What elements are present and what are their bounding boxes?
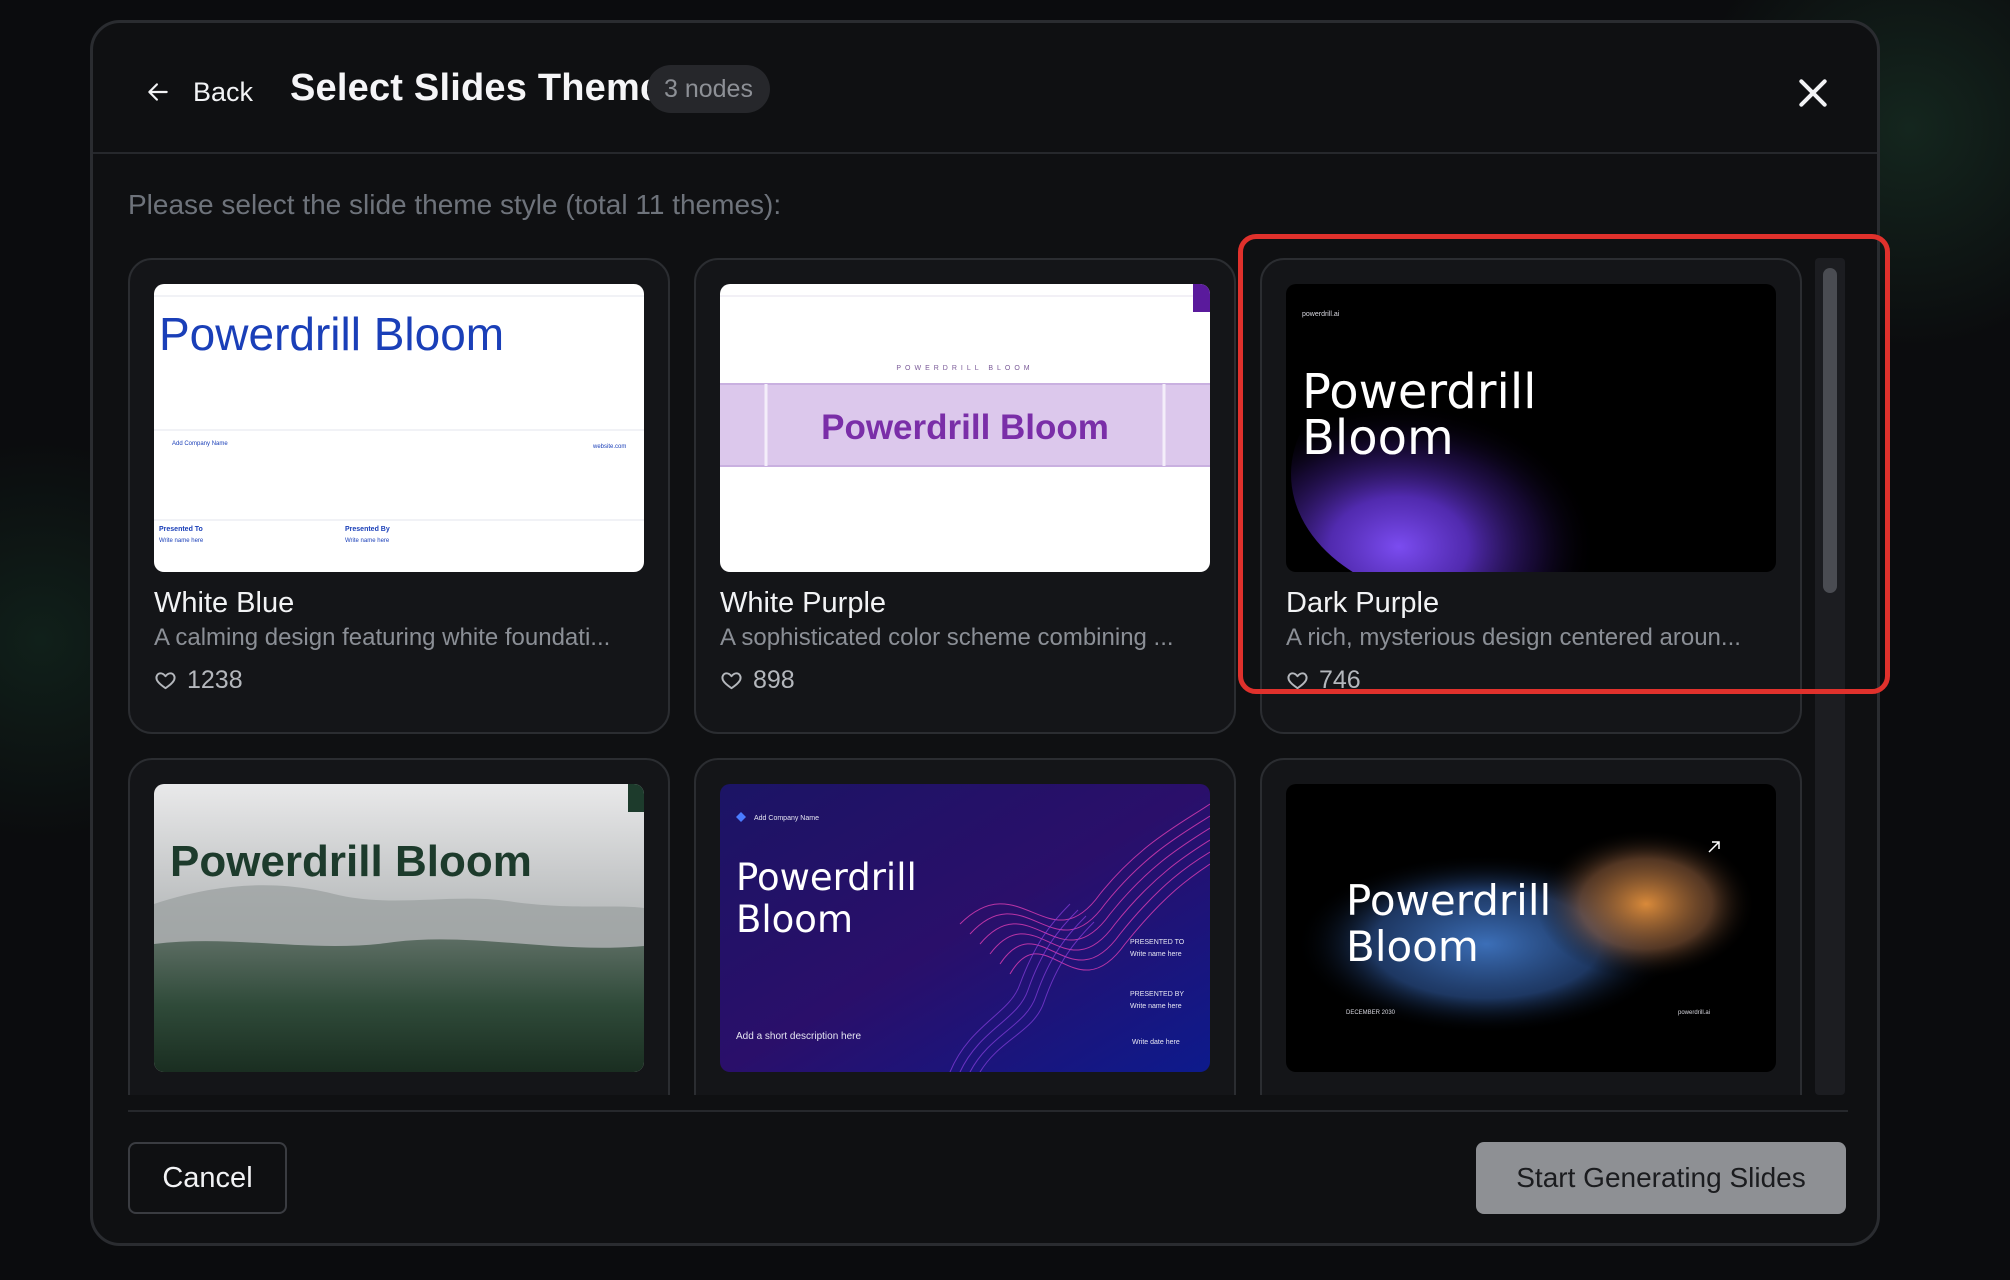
theme-description: A sophisticated color scheme combining .… [720,624,1174,651]
thumb-company: Add Company Name [754,815,819,822]
like-count-value: 746 [1319,666,1361,694]
thumb-presented-to: Presented To [159,526,203,533]
theme-thumbnail: powerdrill.ai Powerdrill Bloom [1286,284,1776,572]
back-button[interactable]: Back [145,72,253,112]
theme-name: Dark Purple [1286,587,1440,619]
dialog-header: Back Select Slides Theme 3 nodes [93,23,1877,154]
thumb-write-name: Write name here [159,538,204,544]
thumb-title-line2: Bloom [1346,922,1479,971]
thumb-title: Powerdrill Bloom [170,837,532,886]
thumb-presented-by: Presented By [345,526,390,533]
scrollbar[interactable] [1815,258,1845,1095]
theme-card-dark-purple[interactable]: powerdrill.ai Powerdrill Bloom Dark Purp… [1260,258,1802,734]
thumb-short-desc: Add a short description here [736,1031,862,1042]
theme-description: A rich, mysterious design centered aroun… [1286,624,1741,651]
theme-card-wave[interactable]: Add Company Name Powerdrill Bloom PRESEN… [694,758,1236,1095]
nodes-badge: 3 nodes [647,65,770,113]
heart-icon [1287,672,1308,690]
heart-icon [155,672,176,690]
thumb-title-line1: Powerdrill [736,856,917,899]
thumb-brand: powerdrill.ai [1302,311,1340,318]
thumb-title: Powerdrill Bloom [821,408,1109,447]
theme-grid: Powerdrill Bloom Add Company Name websit… [128,258,1805,1095]
theme-thumbnail: POWERDRILL BLOOM Powerdrill Bloom [720,284,1210,572]
cancel-button[interactable]: Cancel [128,1142,287,1214]
arrow-left-icon [148,83,168,101]
back-label: Back [193,76,254,107]
like-count-value: 898 [753,666,795,694]
heart-icon [721,672,742,690]
like-count[interactable]: 898 [720,666,795,695]
thumb-title: Powerdrill Bloom [159,308,504,360]
theme-card-white-purple[interactable]: POWERDRILL BLOOM Powerdrill Bloom White … [694,258,1236,734]
theme-thumbnail: Add Company Name Powerdrill Bloom PRESEN… [720,784,1210,1072]
theme-card-forest[interactable]: Powerdrill Bloom [128,758,670,1095]
thumb-write-date: Write date here [1132,1039,1180,1046]
theme-thumbnail: Powerdrill Bloom DECEMBER 2030 powerdril… [1286,784,1776,1072]
theme-thumbnail: Powerdrill Bloom [154,784,644,1072]
thumb-company: Add Company Name [172,441,228,447]
start-generating-button[interactable]: Start Generating Slides [1476,1142,1846,1214]
theme-name: White Blue [154,587,295,619]
theme-card-white-blue[interactable]: Powerdrill Bloom Add Company Name websit… [128,258,670,734]
like-count[interactable]: 1238 [154,666,243,695]
thumb-write-name: Write name here [1130,1003,1182,1010]
thumb-write-name: Write name here [345,538,390,544]
theme-description: A calming design featuring white foundat… [154,624,611,651]
thumb-presented-by: PRESENTED BY [1130,991,1184,998]
theme-thumbnail: Powerdrill Bloom Add Company Name websit… [154,284,644,572]
like-count[interactable]: 746 [1286,666,1361,695]
like-count-value: 1238 [187,666,243,694]
thumb-title-line1: Powerdrill [1346,876,1551,925]
thumb-title-line2: Bloom [1302,410,1454,466]
dialog-title: Select Slides Theme [290,67,662,109]
instruction-text: Please select the slide theme style (tot… [128,189,782,220]
thumb-caps: POWERDRILL BLOOM [896,365,1033,372]
thumb-date: DECEMBER 2030 [1346,1010,1396,1016]
theme-card-dark-blob[interactable]: Powerdrill Bloom DECEMBER 2030 powerdril… [1260,758,1802,1095]
thumb-brand: powerdrill.ai [1678,1010,1710,1016]
scrollbar-thumb[interactable] [1823,268,1837,593]
thumb-title-line2: Bloom [736,898,853,941]
thumb-write-name: Write name here [1130,951,1182,958]
thumb-website: website.com [592,444,626,450]
close-icon[interactable] [1793,73,1833,113]
theme-name: White Purple [720,587,887,619]
footer-divider [128,1110,1848,1112]
theme-dialog: Back Select Slides Theme 3 nodes Please … [90,20,1880,1246]
thumb-presented-to: PRESENTED TO [1130,939,1185,946]
